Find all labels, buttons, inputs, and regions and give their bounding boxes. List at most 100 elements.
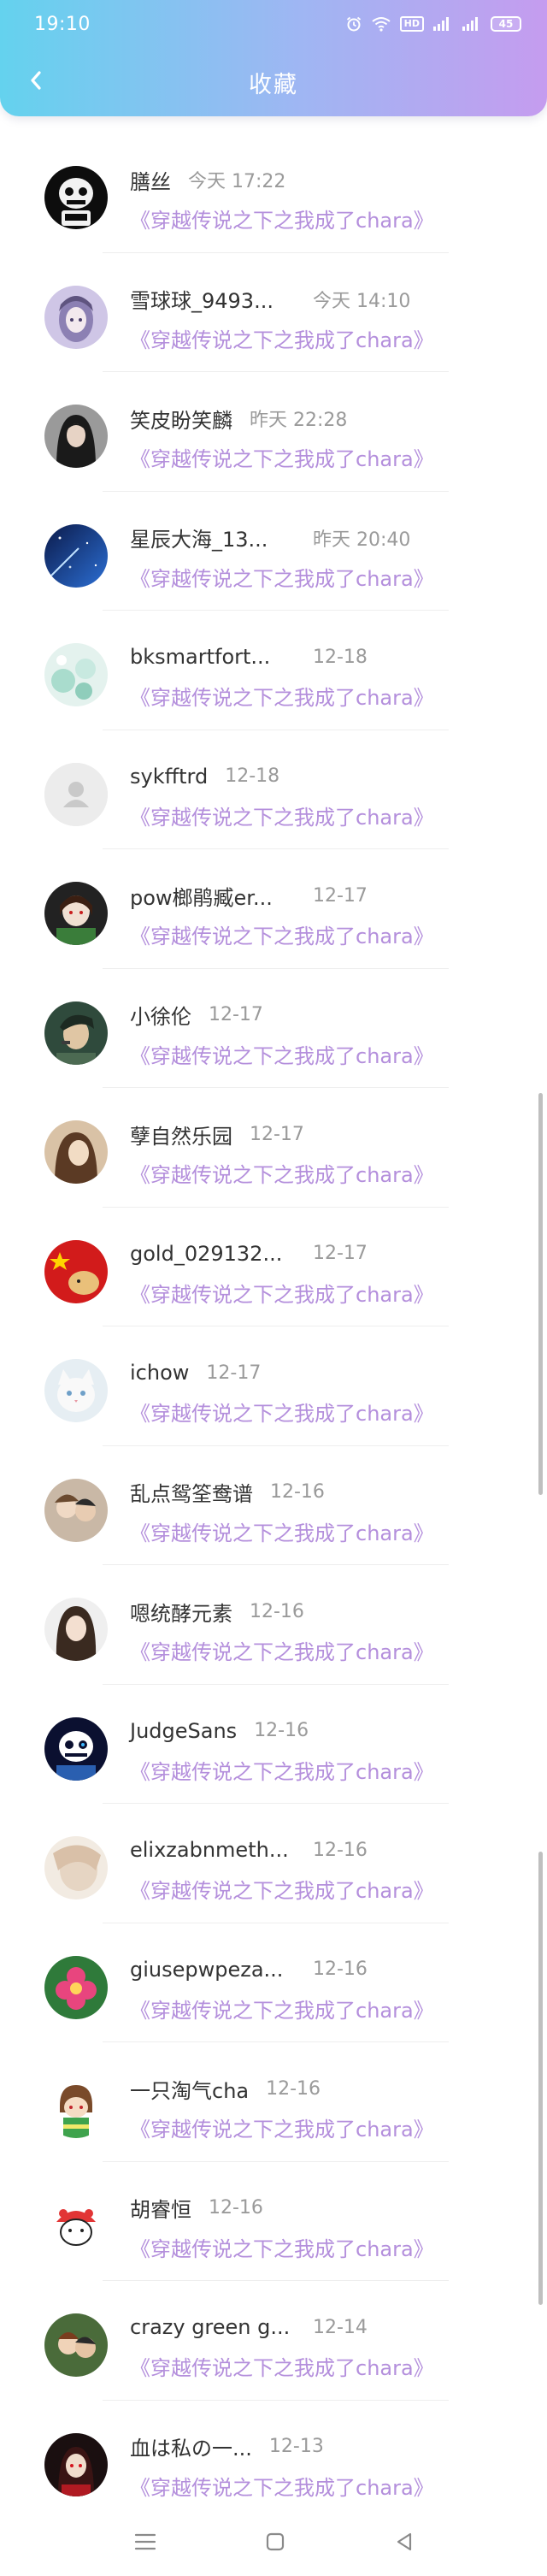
book-title-link[interactable]: 《穿越传说之下之我成了chara》 [130, 1516, 434, 1546]
name-line: 孽自然乐园 12-17 [130, 1120, 304, 1149]
name-line: bksmartfort... 12-18 [130, 643, 368, 671]
name-line: 笑皮盼笑麟 昨天 22:28 [130, 404, 347, 434]
book-title-link[interactable]: 《穿越传说之下之我成了chara》 [130, 1039, 434, 1069]
username[interactable]: 孽自然乐园 [130, 1120, 232, 1149]
timestamp: 12-17 [313, 1243, 368, 1264]
red-hat-cartoon-avatar[interactable] [44, 2194, 108, 2258]
green-couple-avatar[interactable] [44, 2313, 108, 2377]
username[interactable]: bksmartfort... [130, 645, 270, 669]
timestamp: 昨天 20:40 [313, 529, 411, 551]
favorite-item[interactable]: 小徐伦 12-17 《穿越传说之下之我成了chara》 [0, 969, 547, 1088]
dark-character-avatar[interactable] [44, 882, 108, 945]
username[interactable]: 笑皮盼笑麟 [130, 404, 232, 434]
couple-avatar[interactable] [44, 1478, 108, 1542]
username[interactable]: elixzabnmeth... [130, 1838, 289, 1862]
username[interactable]: 胡睿恒 [130, 2193, 191, 2223]
favorite-item[interactable]: 星辰大海_13... 昨天 20:40 《穿越传说之下之我成了chara》 [0, 492, 547, 611]
username[interactable]: crazy green g... [130, 2315, 290, 2339]
username[interactable]: ichow [130, 1361, 189, 1385]
username[interactable]: 雪球球_9493... [130, 284, 274, 314]
book-title-link[interactable]: 《穿越传说之下之我成了chara》 [130, 1278, 434, 1308]
sans-avatar[interactable] [44, 1716, 108, 1781]
book-title-link[interactable]: 《穿越传说之下之我成了chara》 [130, 1755, 434, 1785]
anime-girl-avatar[interactable] [44, 285, 108, 349]
favorite-item[interactable]: 嗯统酵元素 12-16 《穿越传说之下之我成了chara》 [0, 1565, 547, 1685]
book-title-link[interactable]: 《穿越传说之下之我成了chara》 [130, 681, 434, 711]
book-title-link[interactable]: 《穿越传说之下之我成了chara》 [130, 2112, 434, 2142]
timestamp: 12-16 [270, 1481, 325, 1503]
name-line: 膳丝 今天 17:22 [130, 165, 285, 195]
white-cat-avatar[interactable] [44, 1359, 108, 1422]
teal-bokeh-avatar[interactable] [44, 643, 108, 706]
pink-flower-avatar[interactable] [44, 1955, 108, 2019]
name-line: 星辰大海_13... 昨天 20:40 [130, 524, 410, 552]
favorite-item[interactable]: 雪球球_9493... 今天 14:10 《穿越传说之下之我成了chara》 [0, 253, 547, 372]
book-title-link[interactable]: 《穿越传说之下之我成了chara》 [130, 2471, 434, 2501]
username[interactable]: giusepwpeza... [130, 1958, 283, 1982]
favorite-item[interactable]: 笑皮盼笑麟 昨天 22:28 《穿越传说之下之我成了chara》 [0, 372, 547, 492]
book-title-link[interactable]: 《穿越传说之下之我成了chara》 [130, 2232, 434, 2262]
book-title-link[interactable]: 《穿越传说之下之我成了chara》 [130, 442, 434, 472]
username[interactable]: 膳丝 [130, 165, 171, 195]
back-triangle-icon [397, 2532, 412, 2551]
favorite-item[interactable]: JudgeSans 12-16 《穿越传说之下之我成了chara》 [0, 1685, 547, 1804]
username[interactable]: 小徐伦 [130, 1000, 191, 1030]
starry-sky-avatar[interactable] [44, 523, 108, 588]
favorite-item[interactable]: 胡睿恒 12-16 《穿越传说之下之我成了chara》 [0, 2162, 547, 2281]
username[interactable]: 星辰大海_13... [130, 523, 268, 552]
favorite-item[interactable]: ichow 12-17 《穿越传说之下之我成了chara》 [0, 1326, 547, 1446]
scrollbar-upper[interactable] [538, 1093, 543, 1495]
favorite-item[interactable]: sykfftrd 12-18 《穿越传说之下之我成了chara》 [0, 730, 547, 849]
jojo-avatar[interactable] [44, 1001, 108, 1065]
red-flag-avatar[interactable] [44, 1239, 108, 1303]
favorite-item[interactable]: giusepwpeza... 12-16 《穿越传说之下之我成了chara》 [0, 1923, 547, 2042]
dark-girl-avatar[interactable] [44, 405, 108, 468]
pastel-avatar[interactable] [44, 1836, 108, 1900]
username[interactable]: JudgeSans [130, 1719, 237, 1743]
favorite-item[interactable]: pow榔鹃臧er... 12-17 《穿越传说之下之我成了chara》 [0, 849, 547, 969]
favorite-item[interactable]: 孽自然乐园 12-17 《穿越传说之下之我成了chara》 [0, 1088, 547, 1208]
username[interactable]: sykfftrd [130, 765, 208, 789]
book-title-link[interactable]: 《穿越传说之下之我成了chara》 [130, 323, 434, 353]
skeleton-avatar[interactable] [44, 166, 108, 229]
book-title-link[interactable]: 《穿越传说之下之我成了chara》 [130, 801, 434, 830]
chara-avatar[interactable] [44, 2075, 108, 2138]
favorite-item[interactable]: 膳丝 今天 17:22 《穿越传说之下之我成了chara》 [0, 133, 547, 253]
nav-home-button[interactable] [261, 2527, 290, 2556]
name-line: 雪球球_9493... 今天 14:10 [130, 286, 410, 313]
favorite-item[interactable]: crazy green g... 12-14 《穿越传说之下之我成了chara》 [0, 2281, 547, 2401]
favorites-list: 膳丝 今天 17:22 《穿越传说之下之我成了chara》 雪球球_9493... 今天… [0, 133, 547, 2520]
book-title-link[interactable]: 《穿越传说之下之我成了chara》 [130, 1874, 434, 1904]
red-dark-avatar[interactable] [44, 2432, 108, 2496]
scrollbar-lower[interactable] [538, 1852, 543, 2305]
username[interactable]: 乱点鸳筌鸯谱 [130, 1477, 253, 1507]
timestamp: 今天 14:10 [313, 290, 411, 312]
book-title-link[interactable]: 《穿越传说之下之我成了chara》 [130, 1158, 434, 1188]
default-user-avatar[interactable] [44, 762, 108, 826]
sepia-girl-avatar[interactable] [44, 1120, 108, 1184]
favorite-item[interactable]: 一只淘气cha 12-16 《穿越传说之下之我成了chara》 [0, 2042, 547, 2162]
username[interactable]: 血は私の一... [130, 2431, 252, 2461]
favorite-item[interactable]: gold_029132... 12-17 《穿越传说之下之我成了chara》 [0, 1208, 547, 1326]
book-title-link[interactable]: 《穿越传说之下之我成了chara》 [130, 919, 434, 949]
username[interactable]: gold_029132... [130, 1242, 282, 1266]
username[interactable]: 一只淘气cha [130, 2074, 249, 2104]
username[interactable]: 嗯统酵元素 [130, 1597, 232, 1627]
nav-back-button[interactable] [390, 2527, 419, 2556]
name-line: 血は私の一... 12-13 [130, 2433, 324, 2461]
favorite-item[interactable]: bksmartfort... 12-18 《穿越传说之下之我成了chara》 [0, 611, 547, 730]
favorite-item[interactable]: elixzabnmeth... 12-16 《穿越传说之下之我成了chara》 [0, 1804, 547, 1923]
long-hair-girl-avatar[interactable] [44, 1598, 108, 1661]
signal-icon [433, 17, 449, 31]
book-title-link[interactable]: 《穿越传说之下之我成了chara》 [130, 1994, 434, 2024]
book-title-link[interactable]: 《穿越传说之下之我成了chara》 [130, 2351, 434, 2381]
book-title-link[interactable]: 《穿越传说之下之我成了chara》 [130, 204, 434, 233]
nav-menu-button[interactable] [131, 2527, 160, 2556]
book-title-link[interactable]: 《穿越传说之下之我成了chara》 [130, 1635, 434, 1665]
username[interactable]: pow榔鹃臧er... [130, 881, 273, 911]
timestamp: 12-14 [313, 2316, 368, 2338]
favorite-item[interactable]: 血は私の一... 12-13 《穿越传说之下之我成了chara》 [0, 2401, 547, 2520]
book-title-link[interactable]: 《穿越传说之下之我成了chara》 [130, 562, 434, 592]
book-title-link[interactable]: 《穿越传说之下之我成了chara》 [130, 1397, 434, 1427]
favorite-item[interactable]: 乱点鸳筌鸯谱 12-16 《穿越传说之下之我成了chara》 [0, 1446, 547, 1565]
